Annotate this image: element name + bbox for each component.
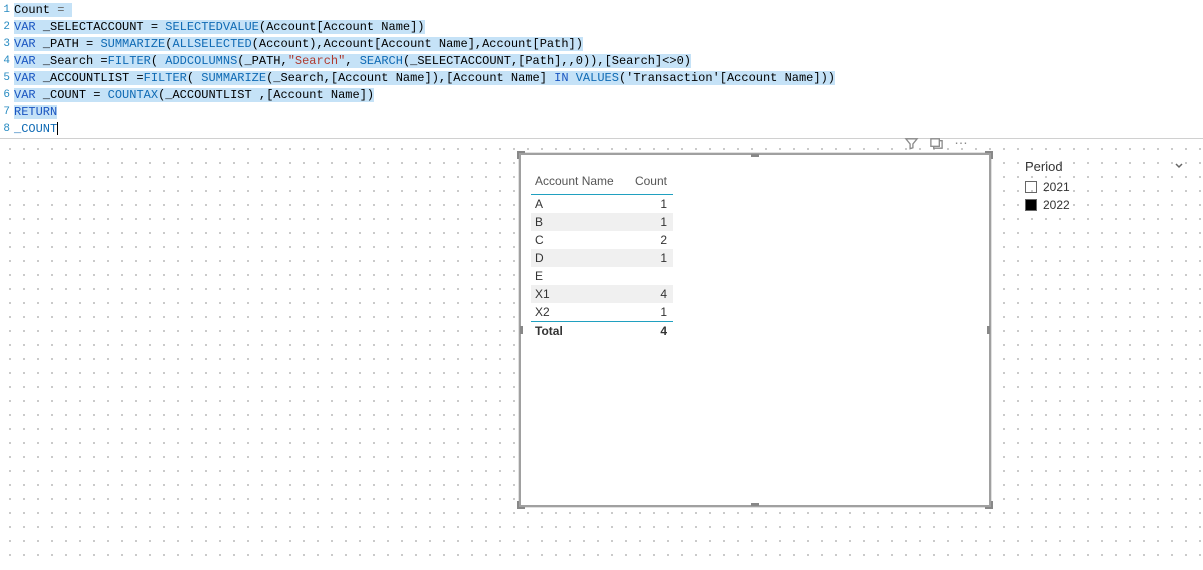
- slicer-item[interactable]: 2022: [1025, 196, 1185, 214]
- report-canvas[interactable]: … Account Name Count A1B1C2D1EX14X21 Tot…: [0, 139, 1203, 564]
- code-line[interactable]: 6VAR _COUNT = COUNTAX(_ACCOUNTLIST ,[Acc…: [0, 87, 1203, 104]
- line-number: 3: [0, 36, 14, 53]
- code-line[interactable]: 5VAR _ACCOUNTLIST =FILTER( SUMMARIZE(_Se…: [0, 70, 1203, 87]
- total-value: 4: [630, 322, 673, 341]
- cell-count: 1: [630, 213, 673, 231]
- code-line[interactable]: 8_COUNT: [0, 121, 1203, 138]
- code-line[interactable]: 3VAR _PATH = SUMMARIZE(ALLSELECTED(Accou…: [0, 36, 1203, 53]
- line-number: 2: [0, 19, 14, 36]
- table-visual[interactable]: Account Name Count A1B1C2D1EX14X21 Total…: [519, 153, 991, 507]
- resize-handle-br[interactable]: [985, 501, 993, 509]
- code-line[interactable]: 4VAR _Search =FILTER( ADDCOLUMNS(_PATH,"…: [0, 53, 1203, 70]
- resize-handle-tr[interactable]: [985, 151, 993, 159]
- table-row[interactable]: X14: [531, 285, 673, 303]
- resize-handle-top[interactable]: [751, 154, 759, 157]
- checkbox-icon[interactable]: [1025, 199, 1037, 211]
- cell-account-name: D: [531, 249, 630, 267]
- cell-account-name: C: [531, 231, 630, 249]
- col-header-count[interactable]: Count: [630, 170, 673, 195]
- cell-account-name: A: [531, 195, 630, 214]
- line-number: 5: [0, 70, 14, 87]
- slicer-item-label: 2021: [1043, 180, 1070, 194]
- table-row[interactable]: A1: [531, 195, 673, 214]
- code-line[interactable]: 2VAR _SELECTACCOUNT = SELECTEDVALUE(Acco…: [0, 19, 1203, 36]
- cell-account-name: B: [531, 213, 630, 231]
- resize-handle-left[interactable]: [520, 326, 523, 334]
- code-line[interactable]: 1Count =: [0, 2, 1203, 19]
- resize-handle-bottom[interactable]: [751, 503, 759, 506]
- line-number: 7: [0, 104, 14, 121]
- cell-count: 4: [630, 285, 673, 303]
- cell-count: 1: [630, 303, 673, 322]
- cell-account-name: E: [531, 267, 630, 285]
- total-label: Total: [531, 322, 630, 341]
- line-number: 8: [0, 121, 14, 138]
- table-row[interactable]: E: [531, 267, 673, 285]
- col-header-account-name[interactable]: Account Name: [531, 170, 630, 195]
- table-row[interactable]: C2: [531, 231, 673, 249]
- table-row[interactable]: B1: [531, 213, 673, 231]
- table-row[interactable]: D1: [531, 249, 673, 267]
- table-row[interactable]: X21: [531, 303, 673, 322]
- cell-count: 2: [630, 231, 673, 249]
- cell-account-name: X1: [531, 285, 630, 303]
- line-number: 6: [0, 87, 14, 104]
- checkbox-icon[interactable]: [1025, 181, 1037, 193]
- resize-handle-tl[interactable]: [517, 151, 525, 159]
- line-number: 1: [0, 2, 14, 19]
- resize-handle-bl[interactable]: [517, 501, 525, 509]
- cell-account-name: X2: [531, 303, 630, 322]
- slicer-item-label: 2022: [1043, 198, 1070, 212]
- cell-count: 1: [630, 249, 673, 267]
- table-total-row: Total 4: [531, 322, 673, 341]
- chevron-down-icon[interactable]: [1173, 159, 1185, 174]
- code-line[interactable]: 7RETURN: [0, 104, 1203, 121]
- slicer-title: Period: [1025, 159, 1063, 174]
- formula-bar[interactable]: 1Count = 2VAR _SELECTACCOUNT = SELECTEDV…: [0, 0, 1203, 139]
- cell-count: 1: [630, 195, 673, 214]
- period-slicer[interactable]: Period 2021 2022: [1025, 159, 1185, 214]
- cell-count: [630, 267, 673, 285]
- slicer-item[interactable]: 2021: [1025, 178, 1185, 196]
- resize-handle-right[interactable]: [987, 326, 990, 334]
- line-number: 4: [0, 53, 14, 70]
- data-table: Account Name Count A1B1C2D1EX14X21 Total…: [531, 170, 673, 340]
